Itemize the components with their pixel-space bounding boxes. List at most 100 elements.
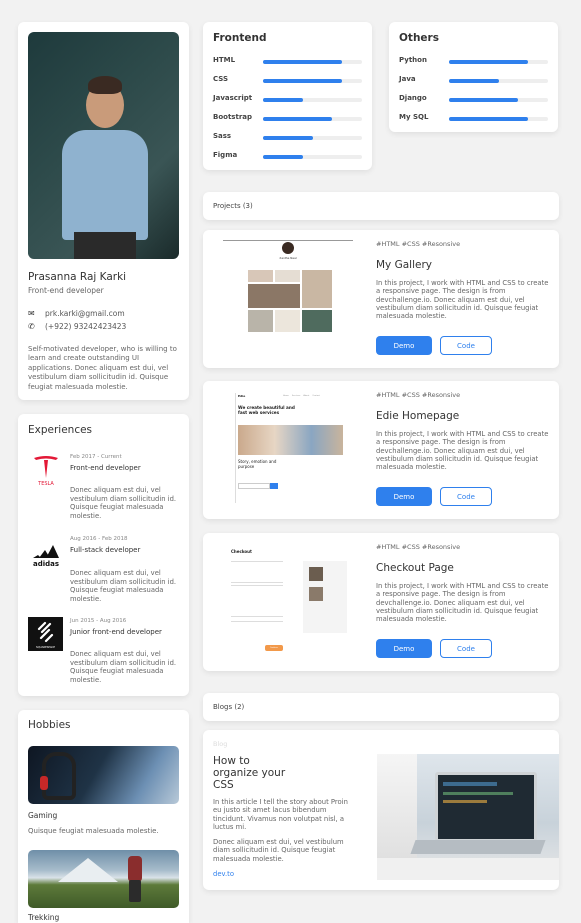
projects-header: Projects (3) — [203, 192, 559, 220]
skill-fill — [449, 98, 519, 102]
hobbies-card: Hobbies Gaming Quisque feugiat malesuada… — [18, 710, 189, 923]
skill-name: Javascript — [213, 94, 253, 102]
frontend-skills-card: Frontend HTML CSS Javascript Bootstrap S… — [203, 22, 372, 170]
profile-card: Prasanna Raj Karki Front-end developer ✉… — [18, 22, 189, 400]
project-card: Xanthe Neal #HTML #CSS #Resonsive My Gal… — [203, 230, 559, 368]
exp-title: Junior front-end developer — [70, 628, 162, 636]
squarespace-logo: SQUARESPACE — [28, 617, 63, 651]
other-skills-card: Others Python Java Django My SQL — [389, 22, 558, 132]
skill-fill — [263, 117, 333, 121]
code-button[interactable]: Code — [440, 487, 492, 506]
exp-date: Jun 2015 - Aug 2016 — [70, 618, 127, 624]
projects-count: Projects (3) — [213, 202, 253, 210]
svg-text:SQUARESPACE: SQUARESPACE — [36, 645, 55, 649]
blog-link[interactable]: dev.to — [213, 870, 234, 878]
skill-fill — [263, 79, 343, 83]
skill-name: My SQL — [399, 113, 429, 121]
skill-bar — [449, 117, 548, 121]
skill-bar — [449, 98, 548, 102]
skill-fill — [449, 79, 499, 83]
profile-photo — [28, 32, 179, 259]
project-desc: In this project, I work with HTML and CS… — [376, 430, 549, 472]
blog-paragraph: In this article I tell the story about P… — [213, 798, 348, 831]
skill-bar — [263, 60, 362, 64]
demo-button[interactable]: Demo — [376, 336, 432, 355]
skill-name: Django — [399, 94, 427, 102]
hobby-name: Trekking — [28, 913, 60, 922]
experiences-title: Experiences — [28, 424, 93, 436]
profile-bio: Self-motivated developer, who is willing… — [28, 345, 177, 391]
hobbies-title: Hobbies — [28, 719, 71, 731]
project-thumbnail-gallery: Xanthe Neal — [213, 240, 363, 358]
email-contact[interactable]: ✉ prk.karki@gmail.com — [28, 309, 125, 318]
skill-bar — [263, 136, 362, 140]
exp-desc: Donec aliquam est dui, vel vestibulum di… — [70, 569, 177, 603]
tesla-logo: TESLA — [28, 452, 64, 488]
blog-title[interactable]: How to organize your CSS — [213, 755, 293, 791]
hobby-desc: Quisque feugiat malesuada molestie. — [28, 827, 159, 835]
exp-desc: Donec aliquam est dui, vel vestibulum di… — [70, 486, 177, 520]
mail-icon: ✉ — [28, 309, 35, 318]
phone-contact[interactable]: ✆ (+922) 93242423423 — [28, 322, 126, 331]
exp-title: Full-stack developer — [70, 546, 141, 554]
skill-fill — [263, 155, 303, 159]
skill-fill — [449, 60, 529, 64]
skill-row: Python — [399, 56, 549, 68]
skill-name: HTML — [213, 56, 236, 64]
project-thumbnail-checkout: Checkout Continue — [213, 543, 363, 661]
project-desc: In this project, I work with HTML and CS… — [376, 582, 549, 624]
blogs-header: Blogs (2) — [203, 693, 559, 721]
blog-paragraph: Donec aliquam est dui, vel vestibulum di… — [213, 838, 344, 863]
skill-fill — [449, 117, 529, 121]
code-button[interactable]: Code — [440, 639, 492, 658]
skill-row: Django — [399, 94, 549, 106]
project-thumbnail-edie: Edie Home Services About Contact We create … — [213, 391, 363, 509]
skill-name: Figma — [213, 151, 238, 159]
skill-row: Java — [399, 75, 549, 87]
project-desc: In this project, I work with HTML and CS… — [376, 279, 549, 321]
skill-name: CSS — [213, 75, 229, 83]
skill-bar — [449, 60, 548, 64]
exp-date: Feb 2017 - Current — [70, 454, 122, 460]
skill-bar — [449, 79, 548, 83]
skill-fill — [263, 136, 313, 140]
project-card: Checkout Continue #HTML #CSS #Resonsive … — [203, 533, 559, 671]
skill-bar — [263, 155, 362, 159]
skill-bar — [263, 117, 362, 121]
gaming-image — [28, 746, 179, 804]
skill-row: My SQL — [399, 113, 549, 125]
project-tags: #HTML #CSS #Resonsive — [376, 240, 461, 248]
frontend-title: Frontend — [213, 32, 267, 44]
demo-button[interactable]: Demo — [376, 639, 432, 658]
skill-row: Javascript — [213, 94, 363, 106]
experiences-card: Experiences TESLA Feb 2017 - Current Fro… — [18, 414, 189, 696]
skill-name: Python — [399, 56, 427, 64]
blog-card: Blog How to organize your CSS In this ar… — [203, 730, 559, 890]
skill-row: HTML — [213, 56, 363, 68]
adidas-logo: adidas — [28, 534, 64, 570]
code-button[interactable]: Code — [440, 336, 492, 355]
skill-bar — [263, 98, 362, 102]
svg-text:TESLA: TESLA — [37, 481, 54, 487]
skill-row: CSS — [213, 75, 363, 87]
skill-fill — [263, 60, 343, 64]
blogs-count: Blogs (2) — [213, 703, 245, 711]
exp-title: Front-end developer — [70, 464, 141, 472]
demo-button[interactable]: Demo — [376, 487, 432, 506]
skill-row: Sass — [213, 132, 363, 144]
profile-name: Prasanna Raj Karki — [28, 271, 127, 283]
skill-name: Sass — [213, 132, 232, 140]
phone-text[interactable]: (+922) 93242423423 — [45, 322, 126, 331]
email-text[interactable]: prk.karki@gmail.com — [45, 309, 125, 318]
project-title: My Gallery — [376, 259, 433, 271]
exp-desc: Donec aliquam est dui, vel vestibulum di… — [70, 650, 177, 684]
project-card: Edie Home Services About Contact We create … — [203, 381, 559, 519]
others-title: Others — [399, 32, 439, 44]
skill-name: Java — [399, 75, 416, 83]
skill-row: Bootstrap — [213, 113, 363, 125]
project-tags: #HTML #CSS #Resonsive — [376, 391, 461, 399]
phone-icon: ✆ — [28, 322, 35, 331]
skill-name: Bootstrap — [213, 113, 252, 121]
skill-fill — [263, 98, 303, 102]
project-title: Checkout Page — [376, 562, 454, 574]
